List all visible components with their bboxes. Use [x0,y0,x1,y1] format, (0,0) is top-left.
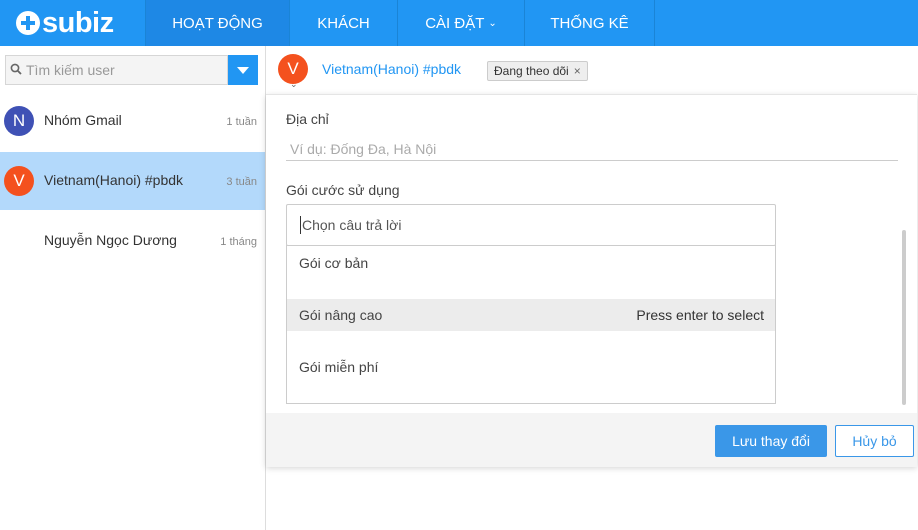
close-icon[interactable]: × [574,64,581,78]
user-attributes-form: Địa chỉ Gói cước sử dụng Chọn câu trả lờ… [266,94,917,467]
conversation-time: 1 tuần [226,116,257,128]
text-cursor [300,216,301,234]
plan-option-highlighted[interactable]: Gói nâng cao Press enter to select [287,299,775,331]
conversation-time: 1 tháng [220,236,257,248]
select-hint: Press enter to select [636,307,764,323]
logo-text: subiz [42,6,114,39]
avatar: V [4,166,34,196]
tab-label: CÀI ĐẶT [425,14,485,32]
plan-option-label: Gói cơ bản [299,255,369,271]
chevron-down-icon[interactable]: ⌄ [290,79,298,90]
plan-option[interactable]: Gói miễn phí [287,351,775,383]
conversation-time: 3 tuần [226,176,257,188]
save-button[interactable]: Lưu thay đổi [715,425,827,457]
tab-thong-ke[interactable]: THỐNG KÊ [524,0,655,46]
caret-down-icon [237,66,249,74]
search-filter-button[interactable] [228,55,258,85]
follow-status-label: Đang theo dõi [494,64,569,78]
user-name-link[interactable]: Vietnam(Hanoi) #pbdk [322,61,461,77]
subiz-logo[interactable]: subiz [0,0,145,46]
tab-hoat-dong[interactable]: HOẠT ĐỘNG [145,0,289,46]
plan-dropdown-menu: Gói cơ bản Gói nâng cao Press enter to s… [286,245,776,404]
avatar: N [4,106,34,136]
conversation-name: Nguyễn Ngọc Dương [44,232,177,248]
conversation-header: V ⌄ Vietnam(Hanoi) #pbdk Đang theo dõi × [266,46,918,94]
tab-khach[interactable]: KHÁCH [289,0,397,46]
address-input[interactable] [286,137,898,161]
user-search [5,55,258,85]
plan-label: Gói cước sử dụng [286,182,400,198]
conversation-panel: N Nhóm Gmail 1 tuần V Vietnam(Hanoi) #pb… [0,46,266,530]
conversation-item[interactable]: Nguyễn Ngọc Dương 1 tháng [0,212,265,270]
top-navbar: subiz HOẠT ĐỘNG KHÁCH CÀI ĐẶT ⌄ THỐNG KÊ [0,0,918,46]
form-footer: Lưu thay đổi Hủy bỏ [266,413,917,467]
conversation-name: Nhóm Gmail [44,112,122,128]
tab-label: KHÁCH [317,14,370,32]
tab-label: THỐNG KÊ [550,14,629,32]
plan-select-placeholder: Chọn câu trả lời [302,217,402,233]
plan-select[interactable]: Chọn câu trả lời [286,204,776,246]
plan-option-label: Gói nâng cao [299,307,383,323]
chevron-down-icon: ⌄ [488,17,497,29]
plan-option[interactable]: Gói cơ bản [287,247,775,279]
follow-status-badge: Đang theo dõi × [487,61,588,81]
scrollbar[interactable] [902,230,906,405]
conversation-item-selected[interactable]: V Vietnam(Hanoi) #pbdk 3 tuần [0,152,265,210]
tab-cai-dat[interactable]: CÀI ĐẶT ⌄ [397,0,524,46]
plan-option-label: Gói miễn phí [299,359,379,375]
conversation-name: Vietnam(Hanoi) #pbdk [44,172,184,188]
conversation-item[interactable]: N Nhóm Gmail 1 tuần [0,92,265,150]
search-input[interactable] [5,55,228,85]
plus-circle-icon [16,11,40,35]
search-icon [10,63,22,75]
cancel-button[interactable]: Hủy bỏ [835,425,914,457]
tab-label: HOẠT ĐỘNG [172,14,263,32]
address-label: Địa chỉ [286,111,329,127]
